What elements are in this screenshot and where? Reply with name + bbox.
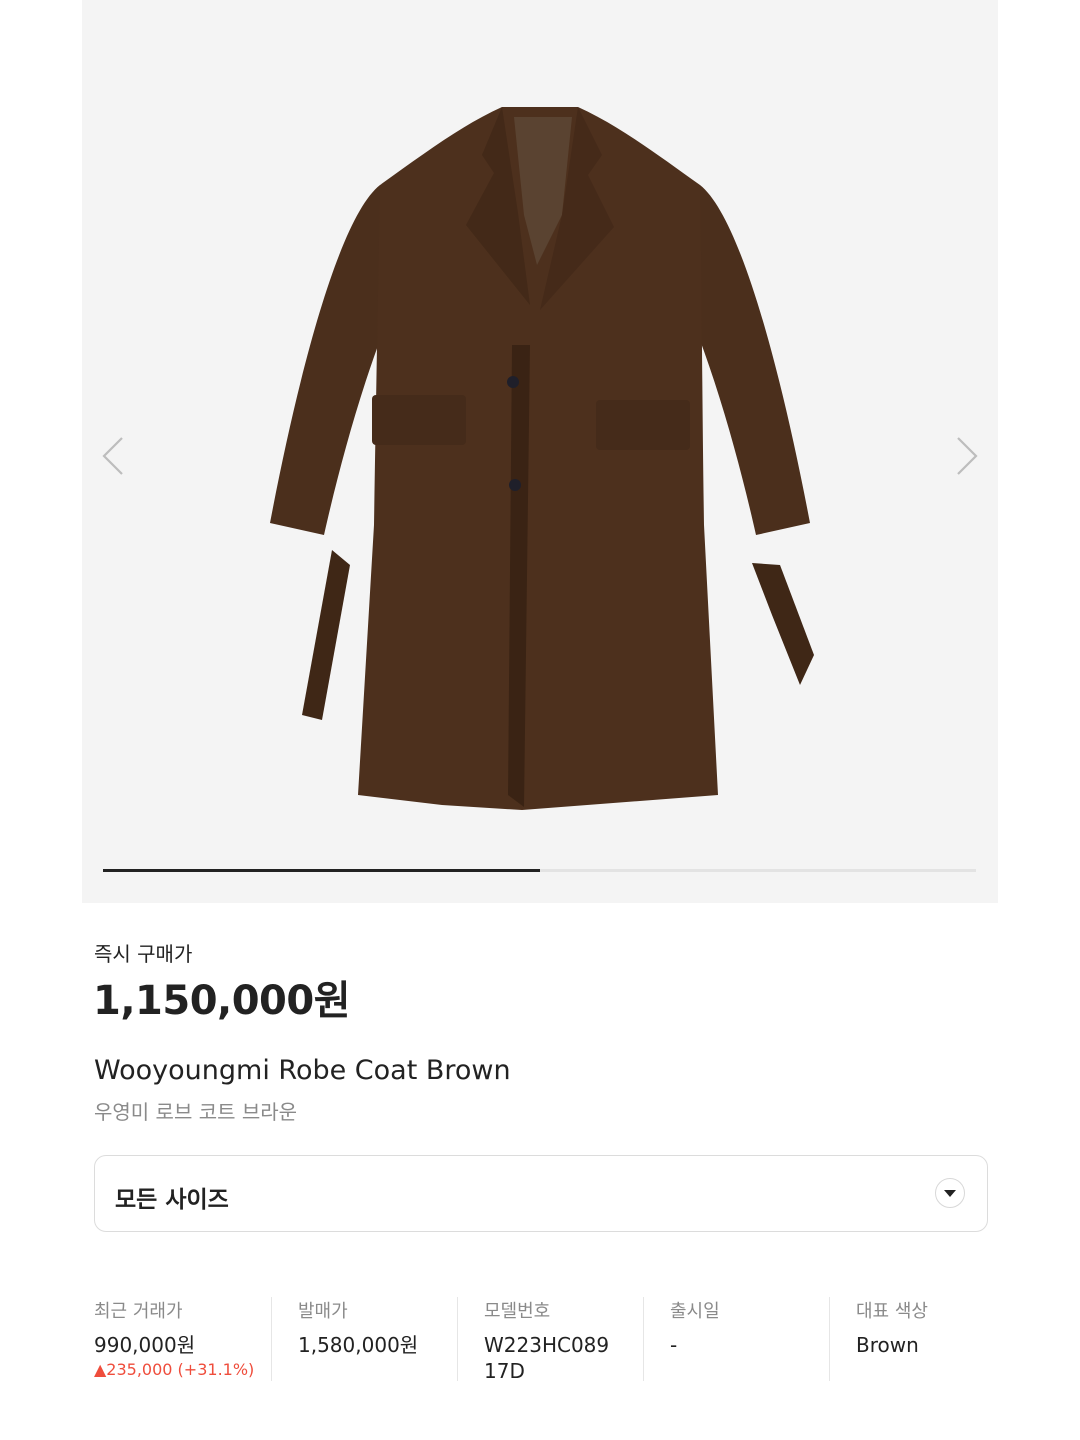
stat-recent-trade-price: 최근 거래가 990,000원 ▲235,000 (+31.1%) (94, 1297, 264, 1383)
chevron-down-icon (944, 1190, 956, 1197)
divider (271, 1297, 272, 1381)
chevron-left-icon (102, 437, 123, 475)
image-progress-bar (103, 869, 976, 872)
size-select-value: 모든 사이즈 (115, 1187, 229, 1213)
divider (457, 1297, 458, 1381)
stat-label: 대표 색상 (856, 1301, 928, 1322)
stat-value: Brown (856, 1333, 919, 1357)
product-image (270, 107, 814, 810)
stat-model-number: 모델번호 W223HC089 17D (484, 1297, 634, 1383)
model-number-line-2: 17D (484, 1359, 525, 1383)
stat-release-price: 발매가 1,580,000원 (298, 1297, 458, 1383)
stat-main-color: 대표 색상 Brown (856, 1297, 986, 1383)
next-image-button[interactable] (946, 430, 986, 482)
size-dropdown-toggle[interactable] (935, 1178, 965, 1208)
chevron-right-icon (957, 437, 978, 475)
stat-value: 990,000원 (94, 1333, 196, 1357)
stat-label: 출시일 (670, 1301, 720, 1322)
stat-label: 모델번호 (484, 1301, 551, 1322)
stat-value: 1,580,000원 (298, 1333, 419, 1357)
image-progress-fill (103, 869, 540, 872)
product-info-stats: 최근 거래가 990,000원 ▲235,000 (+31.1%) 발매가 1,… (94, 1297, 994, 1385)
stat-label: 발매가 (298, 1301, 348, 1322)
instant-buy-price-label: 즉시 구매가 (94, 942, 193, 966)
model-number-line-1: W223HC089 (484, 1333, 610, 1357)
stat-value: - (670, 1333, 678, 1357)
price-change: ▲235,000 (+31.1%) (94, 1360, 255, 1379)
size-select[interactable]: 모든 사이즈 (94, 1155, 988, 1232)
product-name: Wooyoungmi Robe Coat Brown (94, 1055, 511, 1086)
previous-image-button[interactable] (94, 430, 134, 482)
product-image-gallery[interactable] (82, 0, 998, 903)
stat-value: W223HC089 17D (484, 1332, 634, 1384)
divider (643, 1297, 644, 1381)
stat-label: 최근 거래가 (94, 1301, 183, 1322)
divider (829, 1297, 830, 1381)
stat-release-date: 출시일 - (670, 1297, 820, 1383)
product-name-korean: 우영미 로브 코트 브라운 (94, 1100, 298, 1124)
instant-buy-price: 1,150,000원 (93, 978, 351, 1024)
